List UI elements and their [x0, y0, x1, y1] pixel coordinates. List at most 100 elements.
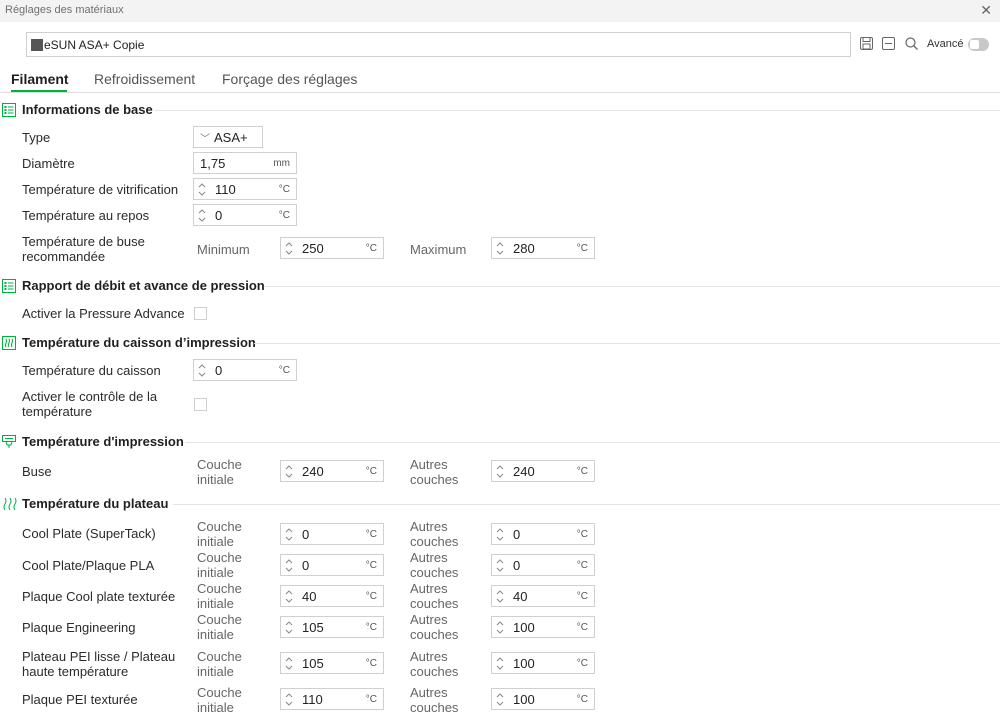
unit-label: °C — [365, 529, 377, 540]
toggle-knob — [970, 40, 979, 49]
unit-label: °C — [365, 243, 377, 254]
section-divider — [185, 442, 1000, 443]
unit-label: °C — [278, 184, 290, 195]
unit-label: °C — [576, 560, 588, 571]
section-title: Informations de base — [22, 102, 153, 117]
plate-other-value: 0 — [513, 527, 521, 542]
plate-initial-field[interactable]: 105 °C — [280, 616, 384, 638]
rest-temp-field[interactable]: 0 °C — [193, 204, 297, 226]
print-other-field[interactable]: 240 °C — [491, 460, 595, 482]
unit-label: °C — [365, 622, 377, 633]
preset-name-field[interactable]: eSUN ASA+ Copie — [26, 32, 851, 57]
unit-label: °C — [576, 591, 588, 602]
plate-other-field[interactable]: 100 °C — [491, 688, 595, 710]
plate-initial-value: 105 — [302, 620, 324, 635]
spinner-icon[interactable] — [496, 464, 504, 482]
initial-layer-label: Couche — [197, 685, 242, 700]
pressure-advance-checkbox[interactable] — [194, 307, 207, 320]
spinner-icon[interactable] — [496, 558, 504, 576]
spinner-icon[interactable] — [496, 656, 504, 674]
chamber-temp-field[interactable]: 0 °C — [193, 359, 297, 381]
nozzle-min-value: 250 — [302, 241, 324, 256]
rest-temp-value: 0 — [215, 208, 223, 223]
initial-layer-label-cont: initiale — [197, 664, 234, 679]
initial-layer-label-cont: initiale — [197, 534, 234, 549]
plate-initial-value: 0 — [302, 527, 310, 542]
initial-layer-label-cont: initiale — [197, 596, 234, 611]
spinner-icon[interactable] — [198, 182, 206, 200]
preset-name: eSUN ASA+ Copie — [44, 38, 145, 52]
spinner-icon[interactable] — [285, 620, 293, 638]
print-other-value: 240 — [513, 464, 535, 479]
diameter-label: Diamètre — [22, 156, 75, 171]
rest-temp-label: Température au repos — [22, 208, 150, 223]
heat-icon — [2, 497, 18, 516]
type-label: Type — [22, 130, 51, 145]
tab-filament[interactable]: Filament — [11, 71, 69, 87]
plate-row-label: Plaque Engineering — [22, 620, 136, 635]
plate-initial-field[interactable]: 105 °C — [280, 652, 384, 674]
chamber-temp-label: Température du caisson — [22, 363, 161, 378]
spinner-icon[interactable] — [198, 363, 206, 381]
spinner-icon[interactable] — [285, 692, 293, 710]
active-tab-indicator — [11, 90, 67, 92]
save-icon[interactable] — [860, 37, 873, 50]
delete-icon[interactable] — [882, 37, 895, 50]
spinner-icon[interactable] — [285, 464, 293, 482]
spinner-icon[interactable] — [496, 620, 504, 638]
unit-label: °C — [278, 210, 290, 221]
unit-label: °C — [278, 365, 290, 376]
spinner-icon[interactable] — [285, 527, 293, 545]
nozzle-max-value: 280 — [513, 241, 535, 256]
unit-label: °C — [576, 694, 588, 705]
tab-overrides[interactable]: Forçage des réglages — [222, 71, 357, 87]
plate-initial-field[interactable]: 0 °C — [280, 523, 384, 545]
plate-other-field[interactable]: 0 °C — [491, 523, 595, 545]
plate-other-field[interactable]: 100 °C — [491, 616, 595, 638]
minimum-label: Minimum — [197, 242, 250, 257]
initial-layer-label-cont: initiale — [197, 565, 234, 580]
unit-label: °C — [365, 560, 377, 571]
window-title: Réglages des matériaux — [5, 4, 124, 16]
spinner-icon[interactable] — [496, 527, 504, 545]
close-icon[interactable]: ✕ — [980, 2, 992, 19]
unit-label: mm — [273, 158, 290, 169]
advanced-toggle[interactable] — [968, 38, 989, 51]
tab-bar: Filament Refroidissement Forçage des rég… — [0, 66, 1000, 93]
spinner-icon[interactable] — [285, 241, 293, 259]
search-icon[interactable] — [905, 37, 918, 50]
plate-row-label: Cool Plate (SuperTack) — [22, 526, 156, 541]
spinner-icon[interactable] — [198, 208, 206, 226]
plate-initial-field[interactable]: 40 °C — [280, 585, 384, 607]
other-layers-label-cont: couches — [410, 534, 459, 549]
unit-label: °C — [365, 694, 377, 705]
initial-layer-label-cont: initiale — [197, 627, 234, 642]
spinner-icon[interactable] — [285, 656, 293, 674]
nozzle-max-field[interactable]: 280 °C — [491, 237, 595, 259]
plate-row-label: Cool Plate/Plaque PLA — [22, 558, 155, 573]
nozzle-min-field[interactable]: 250 °C — [280, 237, 384, 259]
type-select[interactable]: ﹀ ASA+ — [193, 126, 263, 148]
vitrification-field[interactable]: 110 °C — [193, 178, 297, 200]
plate-other-value: 40 — [513, 589, 528, 604]
plate-row-label: Plaque PEI texturée — [22, 692, 138, 707]
plate-initial-value: 110 — [302, 692, 323, 707]
spinner-icon[interactable] — [285, 558, 293, 576]
tab-cooling[interactable]: Refroidissement — [94, 71, 195, 87]
plate-initial-value: 0 — [302, 558, 310, 573]
initial-layer-label: Couche — [197, 457, 242, 472]
diameter-value: 1,75 — [200, 156, 226, 171]
temp-control-checkbox[interactable] — [194, 398, 207, 411]
spinner-icon[interactable] — [496, 241, 504, 259]
spinner-icon[interactable] — [496, 589, 504, 607]
spinner-icon[interactable] — [285, 589, 293, 607]
print-initial-field[interactable]: 240 °C — [280, 460, 384, 482]
filament-color-swatch — [31, 39, 43, 51]
plate-other-field[interactable]: 40 °C — [491, 585, 595, 607]
spinner-icon[interactable] — [496, 692, 504, 710]
plate-other-field[interactable]: 0 °C — [491, 554, 595, 576]
diameter-field[interactable]: 1,75 mm — [193, 152, 297, 174]
plate-initial-field[interactable]: 110 °C — [280, 688, 384, 710]
plate-other-field[interactable]: 100 °C — [491, 652, 595, 674]
plate-initial-field[interactable]: 0 °C — [280, 554, 384, 576]
